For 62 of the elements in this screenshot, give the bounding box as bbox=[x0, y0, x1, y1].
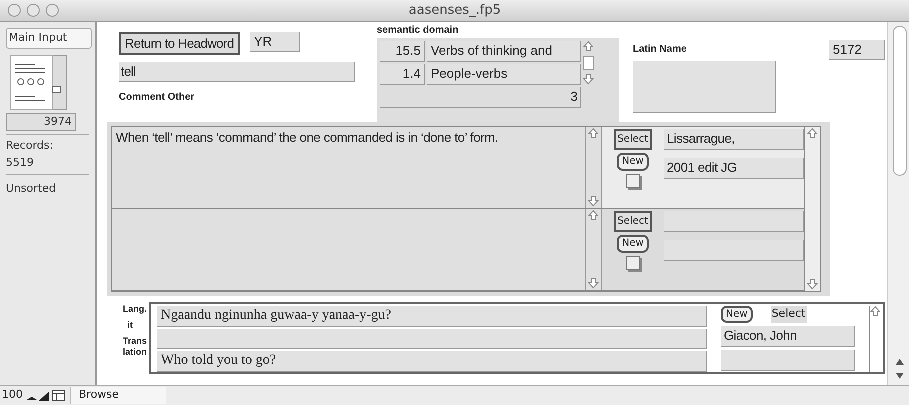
example-label: Lang. bbox=[123, 304, 147, 315]
example-field[interactable]: Ngaandu nginunha guwaa-y yanaa-y-gu? bbox=[157, 306, 707, 327]
comment-row[interactable]: When ‘tell’ means ‘command’ the one commanded is in ‘done to’ form. Select New Lissarrague, 2001 edit JG bbox=[112, 127, 804, 209]
window-title: aasenses_.fp5 bbox=[408, 2, 502, 20]
example-label: lation bbox=[123, 347, 147, 358]
scroll-down-icon[interactable] bbox=[588, 278, 599, 289]
domain-name-field[interactable]: Verbs of thinking and bbox=[427, 41, 581, 62]
comment-text: When ‘tell’ means ‘command’ the one commanded is in ‘done to’ form. bbox=[116, 130, 498, 145]
mode-indicator[interactable]: Browse bbox=[70, 387, 166, 404]
sort-status: Unsorted bbox=[6, 181, 58, 197]
source-field[interactable]: Giacon, John bbox=[721, 326, 855, 347]
example-label: it bbox=[128, 320, 133, 331]
zoom-level[interactable]: 100 bbox=[0, 387, 23, 404]
scroll-down-icon[interactable] bbox=[807, 279, 818, 290]
example-label: Trans bbox=[122, 336, 147, 347]
checkbox[interactable] bbox=[626, 256, 640, 270]
new-button[interactable]: New bbox=[721, 306, 753, 323]
scroll-up-icon[interactable] bbox=[583, 41, 594, 52]
window-scrollbar[interactable] bbox=[887, 22, 909, 385]
source-field[interactable]: 2001 edit JG bbox=[664, 158, 804, 179]
scroll-down-icon[interactable] bbox=[583, 74, 594, 85]
select-label[interactable]: Select bbox=[770, 306, 807, 323]
semantic-domain-label: semantic domain bbox=[377, 24, 460, 38]
layout-menu-button[interactable]: Main Input bbox=[6, 28, 92, 48]
domain-number-field[interactable]: 15.5 bbox=[380, 41, 425, 62]
example-field[interactable]: Who told you to go? bbox=[157, 351, 707, 372]
scroll-up-icon[interactable] bbox=[807, 128, 818, 139]
blank-field[interactable] bbox=[157, 329, 707, 349]
scroll-up-icon[interactable] bbox=[588, 128, 599, 139]
zoom-in-icon[interactable] bbox=[38, 390, 50, 402]
window-control-button[interactable] bbox=[46, 4, 59, 17]
records-label: Records: bbox=[6, 138, 54, 154]
scroll-arrows-icon[interactable] bbox=[894, 357, 904, 381]
select-button[interactable]: Select bbox=[614, 211, 652, 232]
record-number-field[interactable]: 3974 bbox=[6, 112, 76, 131]
source-field[interactable] bbox=[664, 240, 804, 261]
scroll-up-icon[interactable] bbox=[588, 210, 599, 221]
domain-number-field[interactable]: 1.4 bbox=[380, 64, 425, 85]
checkbox[interactable] bbox=[626, 174, 640, 188]
latin-name-field[interactable] bbox=[633, 61, 776, 113]
scroll-thumb[interactable] bbox=[892, 26, 906, 176]
blank-field[interactable] bbox=[721, 350, 855, 371]
scroll-down-icon[interactable] bbox=[588, 196, 599, 207]
record-id-field[interactable]: 5172 bbox=[829, 40, 885, 60]
source-field[interactable] bbox=[664, 211, 804, 232]
source-field[interactable]: Lissarrague, bbox=[664, 129, 804, 150]
domain-name-field[interactable]: People-verbs bbox=[427, 64, 581, 85]
window-control-button[interactable] bbox=[8, 4, 21, 17]
code-field[interactable]: YR bbox=[250, 32, 300, 52]
new-button[interactable]: New bbox=[617, 235, 649, 253]
comment-other-label: Comment Other bbox=[119, 91, 196, 105]
select-button[interactable]: Select bbox=[614, 129, 652, 150]
layout-icon[interactable] bbox=[52, 390, 66, 402]
scroll-thumb[interactable] bbox=[583, 56, 594, 70]
headword-field[interactable]: tell bbox=[119, 62, 355, 82]
latin-name-label: Latin Name bbox=[633, 43, 688, 57]
domain-count: 3 bbox=[380, 87, 581, 108]
new-button[interactable]: New bbox=[617, 153, 649, 171]
scroll-up-icon[interactable] bbox=[870, 306, 881, 317]
window-control-button[interactable] bbox=[27, 4, 40, 17]
return-to-headword-button[interactable]: Return to Headword bbox=[119, 32, 240, 55]
records-count: 5519 bbox=[6, 154, 35, 170]
